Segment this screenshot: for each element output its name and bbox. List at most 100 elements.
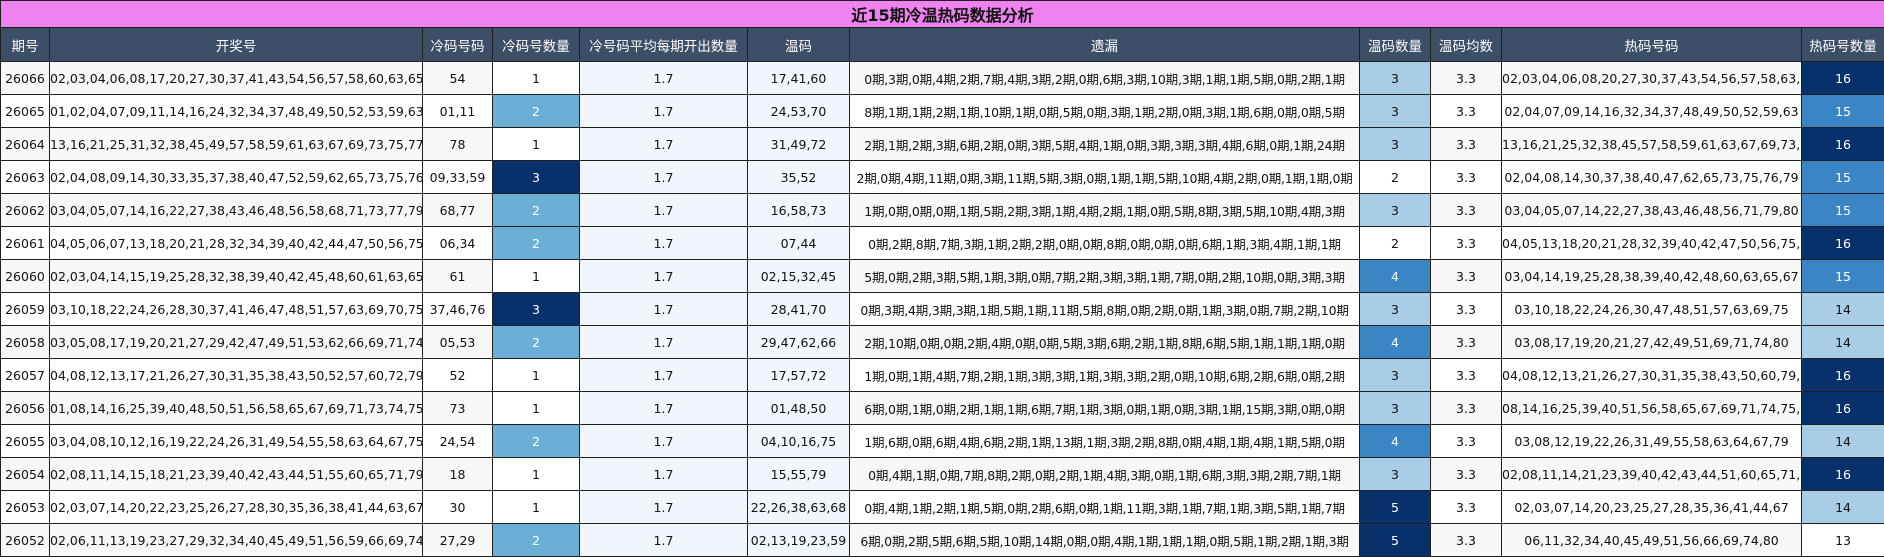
table-row: 26059 03,10,18,22,24,26,28,30,37,41,46,47… (0, 292, 1884, 326)
header-miss: 遗漏 (849, 27, 1360, 62)
cell-issue: 26055 (0, 424, 50, 458)
cell-cold-numbers: 78 (422, 127, 493, 161)
cell-warm-count: 4 (1359, 424, 1431, 458)
cell-cold-numbers: 27,29 (422, 523, 493, 557)
cell-hot-numbers: 02,04,07,09,14,16,32,34,37,48,49,50,52,5… (1501, 94, 1802, 128)
cell-cold-numbers: 61 (422, 259, 493, 293)
cell-warm-numbers: 22,26,38,63,68 (747, 490, 850, 524)
analysis-table-container: 近15期冷温热码数据分析 期号 开奖号 冷码号码 冷码号数量 冷号码平均每期开出… (0, 0, 1884, 557)
table-row: 26058 03,05,08,17,19,20,21,27,29,42,47,49… (0, 325, 1884, 359)
cell-hot-numbers: 06,11,32,34,40,45,49,51,56,66,69,74,80 (1501, 523, 1802, 557)
table-row: 26065 01,02,04,07,09,11,14,16,24,32,34,37… (0, 94, 1884, 128)
cell-miss: 0期,2期,8期,7期,3期,1期,2期,2期,0期,0期,8期,0期,0期,0… (849, 226, 1360, 260)
cell-warm-numbers: 02,15,32,45 (747, 259, 850, 293)
cell-cold-numbers: 52 (422, 358, 493, 392)
cell-draw: 02,03,04,14,15,19,25,28,32,38,39,40,42,4… (49, 259, 423, 293)
cell-warm-count: 3 (1359, 127, 1431, 161)
cell-cold-count: 1 (492, 259, 580, 293)
cell-miss: 0期,3期,4期,3期,3期,1期,5期,1期,11期,5期,8期,0期,2期,… (849, 292, 1360, 326)
table-row: 26062 03,04,05,07,14,16,22,27,38,43,46,48… (0, 193, 1884, 227)
cell-hot-numbers: 02,03,04,06,08,20,27,30,37,43,54,56,57,5… (1501, 61, 1802, 95)
cell-cold-count: 1 (492, 127, 580, 161)
cell-warm-numbers: 29,47,62,66 (747, 325, 850, 359)
table-title: 近15期冷温热码数据分析 (0, 0, 1884, 28)
cell-warm-count: 3 (1359, 358, 1431, 392)
cell-draw: 02,03,04,06,08,17,20,27,30,37,41,43,54,5… (49, 61, 423, 95)
cell-cold-count: 2 (492, 325, 580, 359)
cell-draw: 03,05,08,17,19,20,21,27,29,42,47,49,51,5… (49, 325, 423, 359)
cell-warm-count: 3 (1359, 193, 1431, 227)
cell-draw: 02,08,11,14,15,18,21,23,39,40,42,43,44,5… (49, 457, 423, 491)
cell-warm-numbers: 17,41,60 (747, 61, 850, 95)
cell-draw: 03,10,18,22,24,26,28,30,37,41,46,47,48,5… (49, 292, 423, 326)
cell-hot-count: 14 (1800, 292, 1884, 326)
cell-miss: 0期,4期,1期,2期,1期,5期,0期,2期,6期,0期,1期,11期,3期,… (849, 490, 1360, 524)
cell-hot-count: 13 (1800, 523, 1884, 557)
cell-issue: 26056 (0, 391, 50, 425)
cell-miss: 2期,10期,0期,0期,2期,4期,0期,0期,5期,3期,6期,2期,1期,… (849, 325, 1360, 359)
cell-cold-numbers: 54 (422, 61, 493, 95)
cell-warm-numbers: 07,44 (747, 226, 850, 260)
cell-cold-count: 2 (492, 523, 580, 557)
cell-warm-count: 4 (1359, 325, 1431, 359)
cell-cold-avg: 1.7 (579, 457, 748, 491)
cell-hot-count: 14 (1800, 490, 1884, 524)
cell-miss: 6期,0期,2期,5期,6期,5期,10期,14期,0期,0期,4期,1期,1期… (849, 523, 1360, 557)
cell-hot-numbers: 03,04,14,19,25,28,38,39,40,42,48,60,63,6… (1501, 259, 1802, 293)
cell-hot-numbers: 02,08,11,14,21,23,39,40,42,43,44,51,60,6… (1501, 457, 1802, 491)
cell-draw: 01,08,14,16,25,39,40,48,50,51,56,58,65,6… (49, 391, 423, 425)
header-draw: 开奖号 (49, 27, 423, 62)
cell-cold-avg: 1.7 (579, 61, 748, 95)
cell-cold-count: 2 (492, 94, 580, 128)
table-row: 26052 02,06,11,13,19,23,27,29,32,34,40,45… (0, 523, 1884, 557)
cell-hot-count: 16 (1800, 61, 1884, 95)
cell-warm-avg: 3.3 (1430, 292, 1502, 326)
cell-hot-count: 14 (1800, 424, 1884, 458)
cell-warm-avg: 3.3 (1430, 358, 1502, 392)
cell-cold-numbers: 06,34 (422, 226, 493, 260)
cell-cold-count: 1 (492, 391, 580, 425)
cell-draw: 02,04,08,09,14,30,33,35,37,38,40,47,52,5… (49, 160, 423, 194)
cell-cold-numbers: 73 (422, 391, 493, 425)
cell-warm-avg: 3.3 (1430, 391, 1502, 425)
cell-warm-avg: 3.3 (1430, 94, 1502, 128)
cell-warm-numbers: 02,13,19,23,59 (747, 523, 850, 557)
cell-miss: 2期,1期,2期,3期,6期,2期,0期,3期,5期,4期,1期,0期,3期,3… (849, 127, 1360, 161)
cell-hot-count: 16 (1800, 226, 1884, 260)
cell-warm-avg: 3.3 (1430, 523, 1502, 557)
cell-warm-avg: 3.3 (1430, 325, 1502, 359)
cell-warm-count: 4 (1359, 259, 1431, 293)
cell-cold-numbers: 30 (422, 490, 493, 524)
cell-miss: 8期,1期,1期,2期,1期,10期,1期,0期,5期,0期,3期,1期,2期,… (849, 94, 1360, 128)
cell-warm-avg: 3.3 (1430, 127, 1502, 161)
table-row: 26064 13,16,21,25,31,32,38,45,49,57,58,59… (0, 127, 1884, 161)
cell-hot-numbers: 03,08,12,19,22,26,31,49,55,58,63,64,67,7… (1501, 424, 1802, 458)
cell-cold-avg: 1.7 (579, 94, 748, 128)
cell-draw: 04,08,12,13,17,21,26,27,30,31,35,38,43,5… (49, 358, 423, 392)
cell-draw: 02,03,07,14,20,22,23,25,26,27,28,30,35,3… (49, 490, 423, 524)
cell-miss: 0期,4期,1期,0期,7期,8期,2期,0期,2期,1期,4期,3期,0期,1… (849, 457, 1360, 491)
cell-draw: 01,02,04,07,09,11,14,16,24,32,34,37,48,4… (49, 94, 423, 128)
cell-warm-avg: 3.3 (1430, 193, 1502, 227)
cell-warm-numbers: 35,52 (747, 160, 850, 194)
header-warm-numbers: 温码 (747, 27, 850, 62)
cell-cold-count: 1 (492, 358, 580, 392)
cell-draw: 03,04,08,10,12,16,19,22,24,26,31,49,54,5… (49, 424, 423, 458)
header-issue: 期号 (0, 27, 50, 62)
cell-miss: 6期,0期,1期,0期,2期,1期,1期,6期,7期,1期,3期,0期,1期,0… (849, 391, 1360, 425)
cell-warm-numbers: 24,53,70 (747, 94, 850, 128)
cell-issue: 26060 (0, 259, 50, 293)
cell-warm-numbers: 04,10,16,75 (747, 424, 850, 458)
cell-hot-count: 15 (1800, 193, 1884, 227)
cell-warm-avg: 3.3 (1430, 226, 1502, 260)
cell-hot-count: 14 (1800, 325, 1884, 359)
cell-issue: 26059 (0, 292, 50, 326)
cell-warm-count: 3 (1359, 391, 1431, 425)
cell-hot-numbers: 04,08,12,13,21,26,27,30,31,35,38,43,50,6… (1501, 358, 1802, 392)
cell-warm-count: 3 (1359, 292, 1431, 326)
cell-cold-avg: 1.7 (579, 325, 748, 359)
cell-hot-count: 15 (1800, 259, 1884, 293)
cell-cold-count: 3 (492, 292, 580, 326)
cell-cold-numbers: 68,77 (422, 193, 493, 227)
cell-cold-numbers: 09,33,59 (422, 160, 493, 194)
